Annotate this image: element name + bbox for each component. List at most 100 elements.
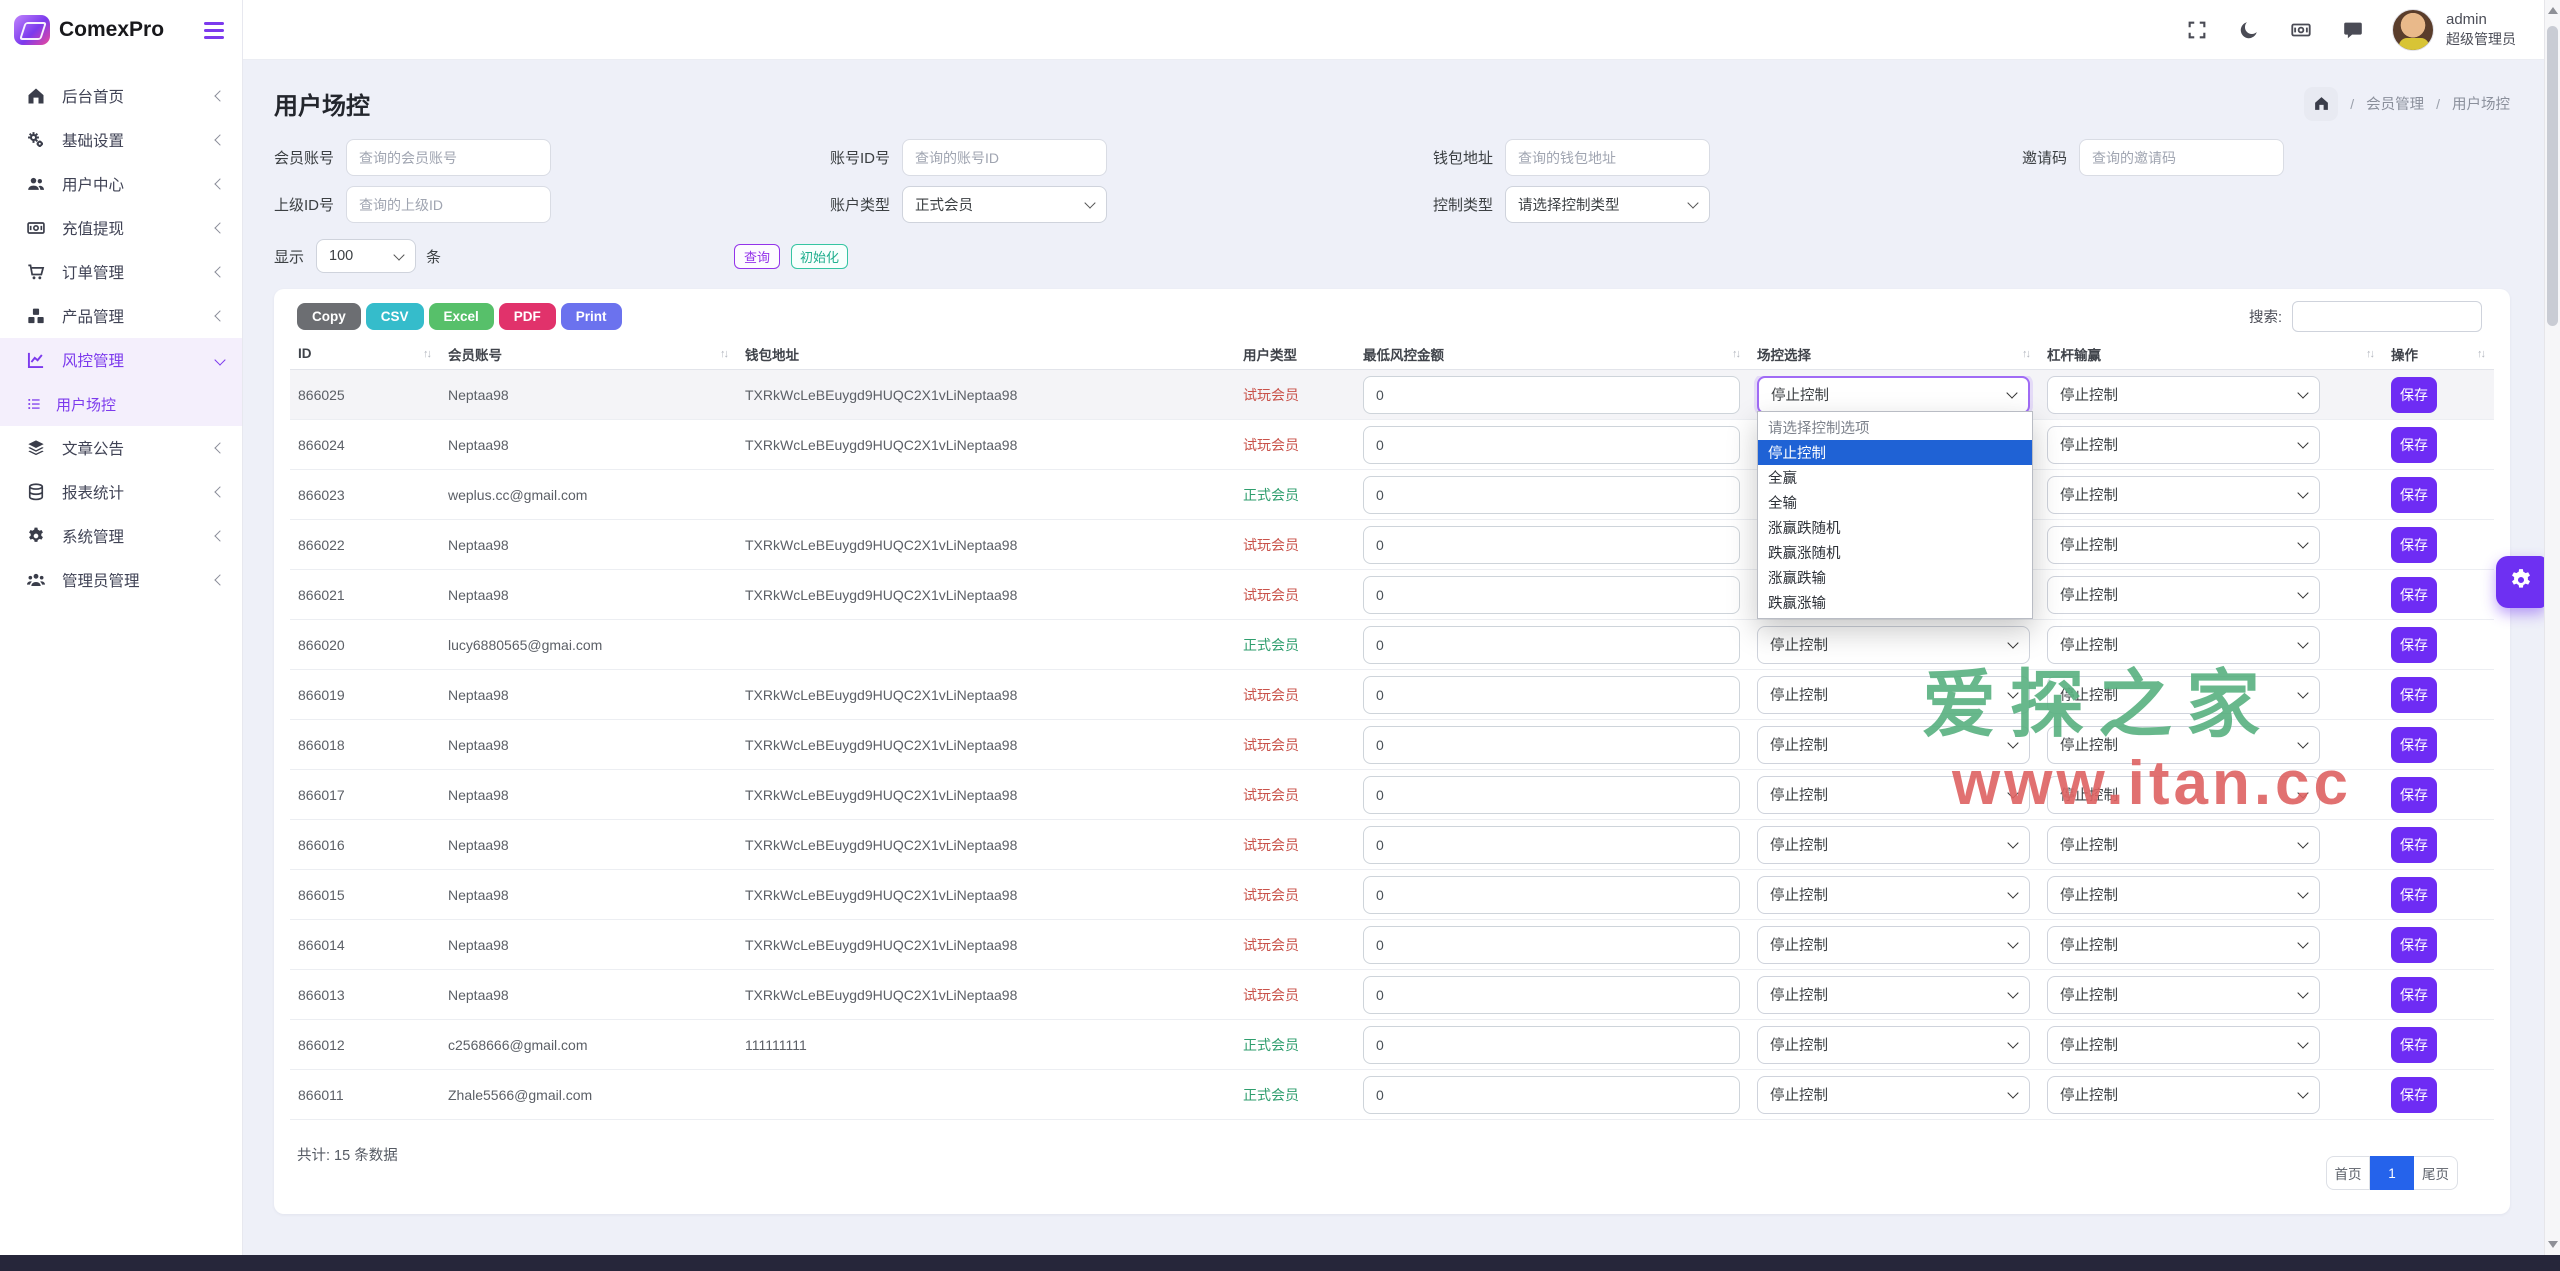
member-account-input[interactable]	[346, 139, 551, 176]
min-risk-amount-input[interactable]	[1363, 726, 1740, 764]
pagination-last[interactable]: 尾页	[2414, 1156, 2458, 1190]
pagination-page-1[interactable]: 1	[2370, 1156, 2414, 1190]
save-button[interactable]: 保存	[2391, 1027, 2437, 1063]
leverage-control-select[interactable]: 停止控制	[2047, 726, 2320, 764]
dark-mode-moon-icon[interactable]	[2238, 19, 2260, 41]
leverage-control-select[interactable]: 停止控制	[2047, 876, 2320, 914]
admin-meta[interactable]: admin 超级管理员	[2446, 10, 2516, 49]
save-button[interactable]: 保存	[2391, 727, 2437, 763]
sidebar-item-用户场控[interactable]: 用户场控	[0, 382, 242, 426]
leverage-control-select[interactable]: 停止控制	[2047, 376, 2320, 414]
min-risk-amount-input[interactable]	[1363, 576, 1740, 614]
leverage-control-select[interactable]: 停止控制	[2047, 826, 2320, 864]
save-button[interactable]: 保存	[2391, 927, 2437, 963]
min-risk-amount-input[interactable]	[1363, 926, 1740, 964]
export-pdf-button[interactable]: PDF	[499, 303, 556, 330]
column-header-钱包地址[interactable]: 钱包地址	[737, 344, 1235, 364]
column-header-会员账号[interactable]: 会员账号↑↓	[440, 344, 737, 364]
min-risk-amount-input[interactable]	[1363, 776, 1740, 814]
save-button[interactable]: 保存	[2391, 677, 2437, 713]
field-control-select[interactable]: 停止控制	[1757, 976, 2030, 1014]
sidebar-item-用户中心[interactable]: 用户中心	[0, 162, 242, 206]
page-size-select[interactable]: 100	[316, 239, 416, 273]
sidebar-item-报表统计[interactable]: 报表统计	[0, 470, 242, 514]
save-button[interactable]: 保存	[2391, 377, 2437, 413]
export-csv-button[interactable]: CSV	[366, 303, 424, 330]
leverage-control-select[interactable]: 停止控制	[2047, 626, 2320, 664]
save-button[interactable]: 保存	[2391, 977, 2437, 1013]
account-id-input[interactable]	[902, 139, 1107, 176]
pagination-first[interactable]: 首页	[2326, 1156, 2370, 1190]
field-control-select[interactable]: 停止控制	[1757, 376, 2030, 414]
reset-button[interactable]: 初始化	[791, 244, 848, 269]
dropdown-option-请选择控制选项[interactable]: 请选择控制选项	[1758, 415, 2032, 440]
leverage-control-select[interactable]: 停止控制	[2047, 426, 2320, 464]
min-risk-amount-input[interactable]	[1363, 826, 1740, 864]
breadcrumb-home-icon[interactable]	[2304, 87, 2338, 121]
scroll-down-icon[interactable]	[2548, 1241, 2558, 1248]
leverage-control-select[interactable]: 停止控制	[2047, 576, 2320, 614]
column-header-操作[interactable]: 操作↑↓	[2383, 344, 2494, 364]
save-button[interactable]: 保存	[2391, 427, 2437, 463]
sidebar-item-文章公告[interactable]: 文章公告	[0, 426, 242, 470]
min-risk-amount-input[interactable]	[1363, 976, 1740, 1014]
export-copy-button[interactable]: Copy	[297, 303, 361, 330]
invite-code-input[interactable]	[2079, 139, 2284, 176]
field-control-select[interactable]: 停止控制	[1757, 676, 2030, 714]
leverage-control-select[interactable]: 停止控制	[2047, 776, 2320, 814]
column-header-杠杆输赢[interactable]: 杠杆输赢↑↓	[2039, 344, 2383, 364]
dropdown-option-全输[interactable]: 全输	[1758, 490, 2032, 515]
dropdown-option-涨赢跌随机[interactable]: 涨赢跌随机	[1758, 515, 2032, 540]
export-excel-button[interactable]: Excel	[429, 303, 494, 330]
field-control-select[interactable]: 停止控制	[1757, 776, 2030, 814]
export-print-button[interactable]: Print	[561, 303, 622, 330]
sidebar-item-充值提现[interactable]: 充值提现	[0, 206, 242, 250]
field-control-select[interactable]: 停止控制	[1757, 876, 2030, 914]
sidebar-item-管理员管理[interactable]: 管理员管理	[0, 558, 242, 602]
save-button[interactable]: 保存	[2391, 577, 2437, 613]
chat-icon[interactable]	[2342, 19, 2364, 41]
save-button[interactable]: 保存	[2391, 527, 2437, 563]
fullscreen-icon[interactable]	[2186, 19, 2208, 41]
leverage-control-select[interactable]: 停止控制	[2047, 526, 2320, 564]
vertical-scrollbar[interactable]	[2544, 0, 2560, 1255]
query-button[interactable]: 查询	[734, 244, 780, 269]
field-control-select[interactable]: 停止控制	[1757, 1076, 2030, 1114]
save-button[interactable]: 保存	[2391, 1077, 2437, 1113]
leverage-control-select[interactable]: 停止控制	[2047, 1076, 2320, 1114]
field-control-select[interactable]: 停止控制	[1757, 726, 2030, 764]
dropdown-option-全赢[interactable]: 全赢	[1758, 465, 2032, 490]
min-risk-amount-input[interactable]	[1363, 526, 1740, 564]
field-control-select[interactable]: 停止控制	[1757, 1026, 2030, 1064]
dropdown-option-跌赢涨输[interactable]: 跌赢涨输	[1758, 590, 2032, 615]
min-risk-amount-input[interactable]	[1363, 476, 1740, 514]
control-type-select[interactable]: 请选择控制类型	[1505, 186, 1710, 223]
save-button[interactable]: 保存	[2391, 777, 2437, 813]
min-risk-amount-input[interactable]	[1363, 426, 1740, 464]
column-header-最低风控金额[interactable]: 最低风控金额↑↓	[1355, 344, 1749, 364]
min-risk-amount-input[interactable]	[1363, 676, 1740, 714]
sidebar-item-系统管理[interactable]: 系统管理	[0, 514, 242, 558]
dropdown-option-跌赢涨随机[interactable]: 跌赢涨随机	[1758, 540, 2032, 565]
sidebar-item-风控管理[interactable]: 风控管理	[0, 338, 242, 382]
sidebar-item-基础设置[interactable]: 基础设置	[0, 118, 242, 162]
min-risk-amount-input[interactable]	[1363, 376, 1740, 414]
field-control-select[interactable]: 停止控制	[1757, 826, 2030, 864]
leverage-control-select[interactable]: 停止控制	[2047, 926, 2320, 964]
min-risk-amount-input[interactable]	[1363, 876, 1740, 914]
scroll-up-icon[interactable]	[2548, 7, 2558, 14]
dropdown-option-涨赢跌输[interactable]: 涨赢跌输	[1758, 565, 2032, 590]
sidebar-toggle-icon[interactable]	[202, 18, 226, 43]
min-risk-amount-input[interactable]	[1363, 1076, 1740, 1114]
leverage-control-select[interactable]: 停止控制	[2047, 1026, 2320, 1064]
field-control-select[interactable]: 停止控制	[1757, 926, 2030, 964]
money-icon[interactable]	[2290, 19, 2312, 41]
table-search-input[interactable]	[2292, 301, 2482, 332]
breadcrumb-current-page[interactable]: 用户场控	[2452, 93, 2510, 114]
settings-fab[interactable]	[2496, 556, 2546, 608]
leverage-control-select[interactable]: 停止控制	[2047, 476, 2320, 514]
breadcrumb-member-management[interactable]: 会员管理	[2366, 93, 2424, 114]
min-risk-amount-input[interactable]	[1363, 626, 1740, 664]
sidebar-item-后台首页[interactable]: 后台首页	[0, 74, 242, 118]
scrollbar-thumb[interactable]	[2547, 26, 2558, 326]
